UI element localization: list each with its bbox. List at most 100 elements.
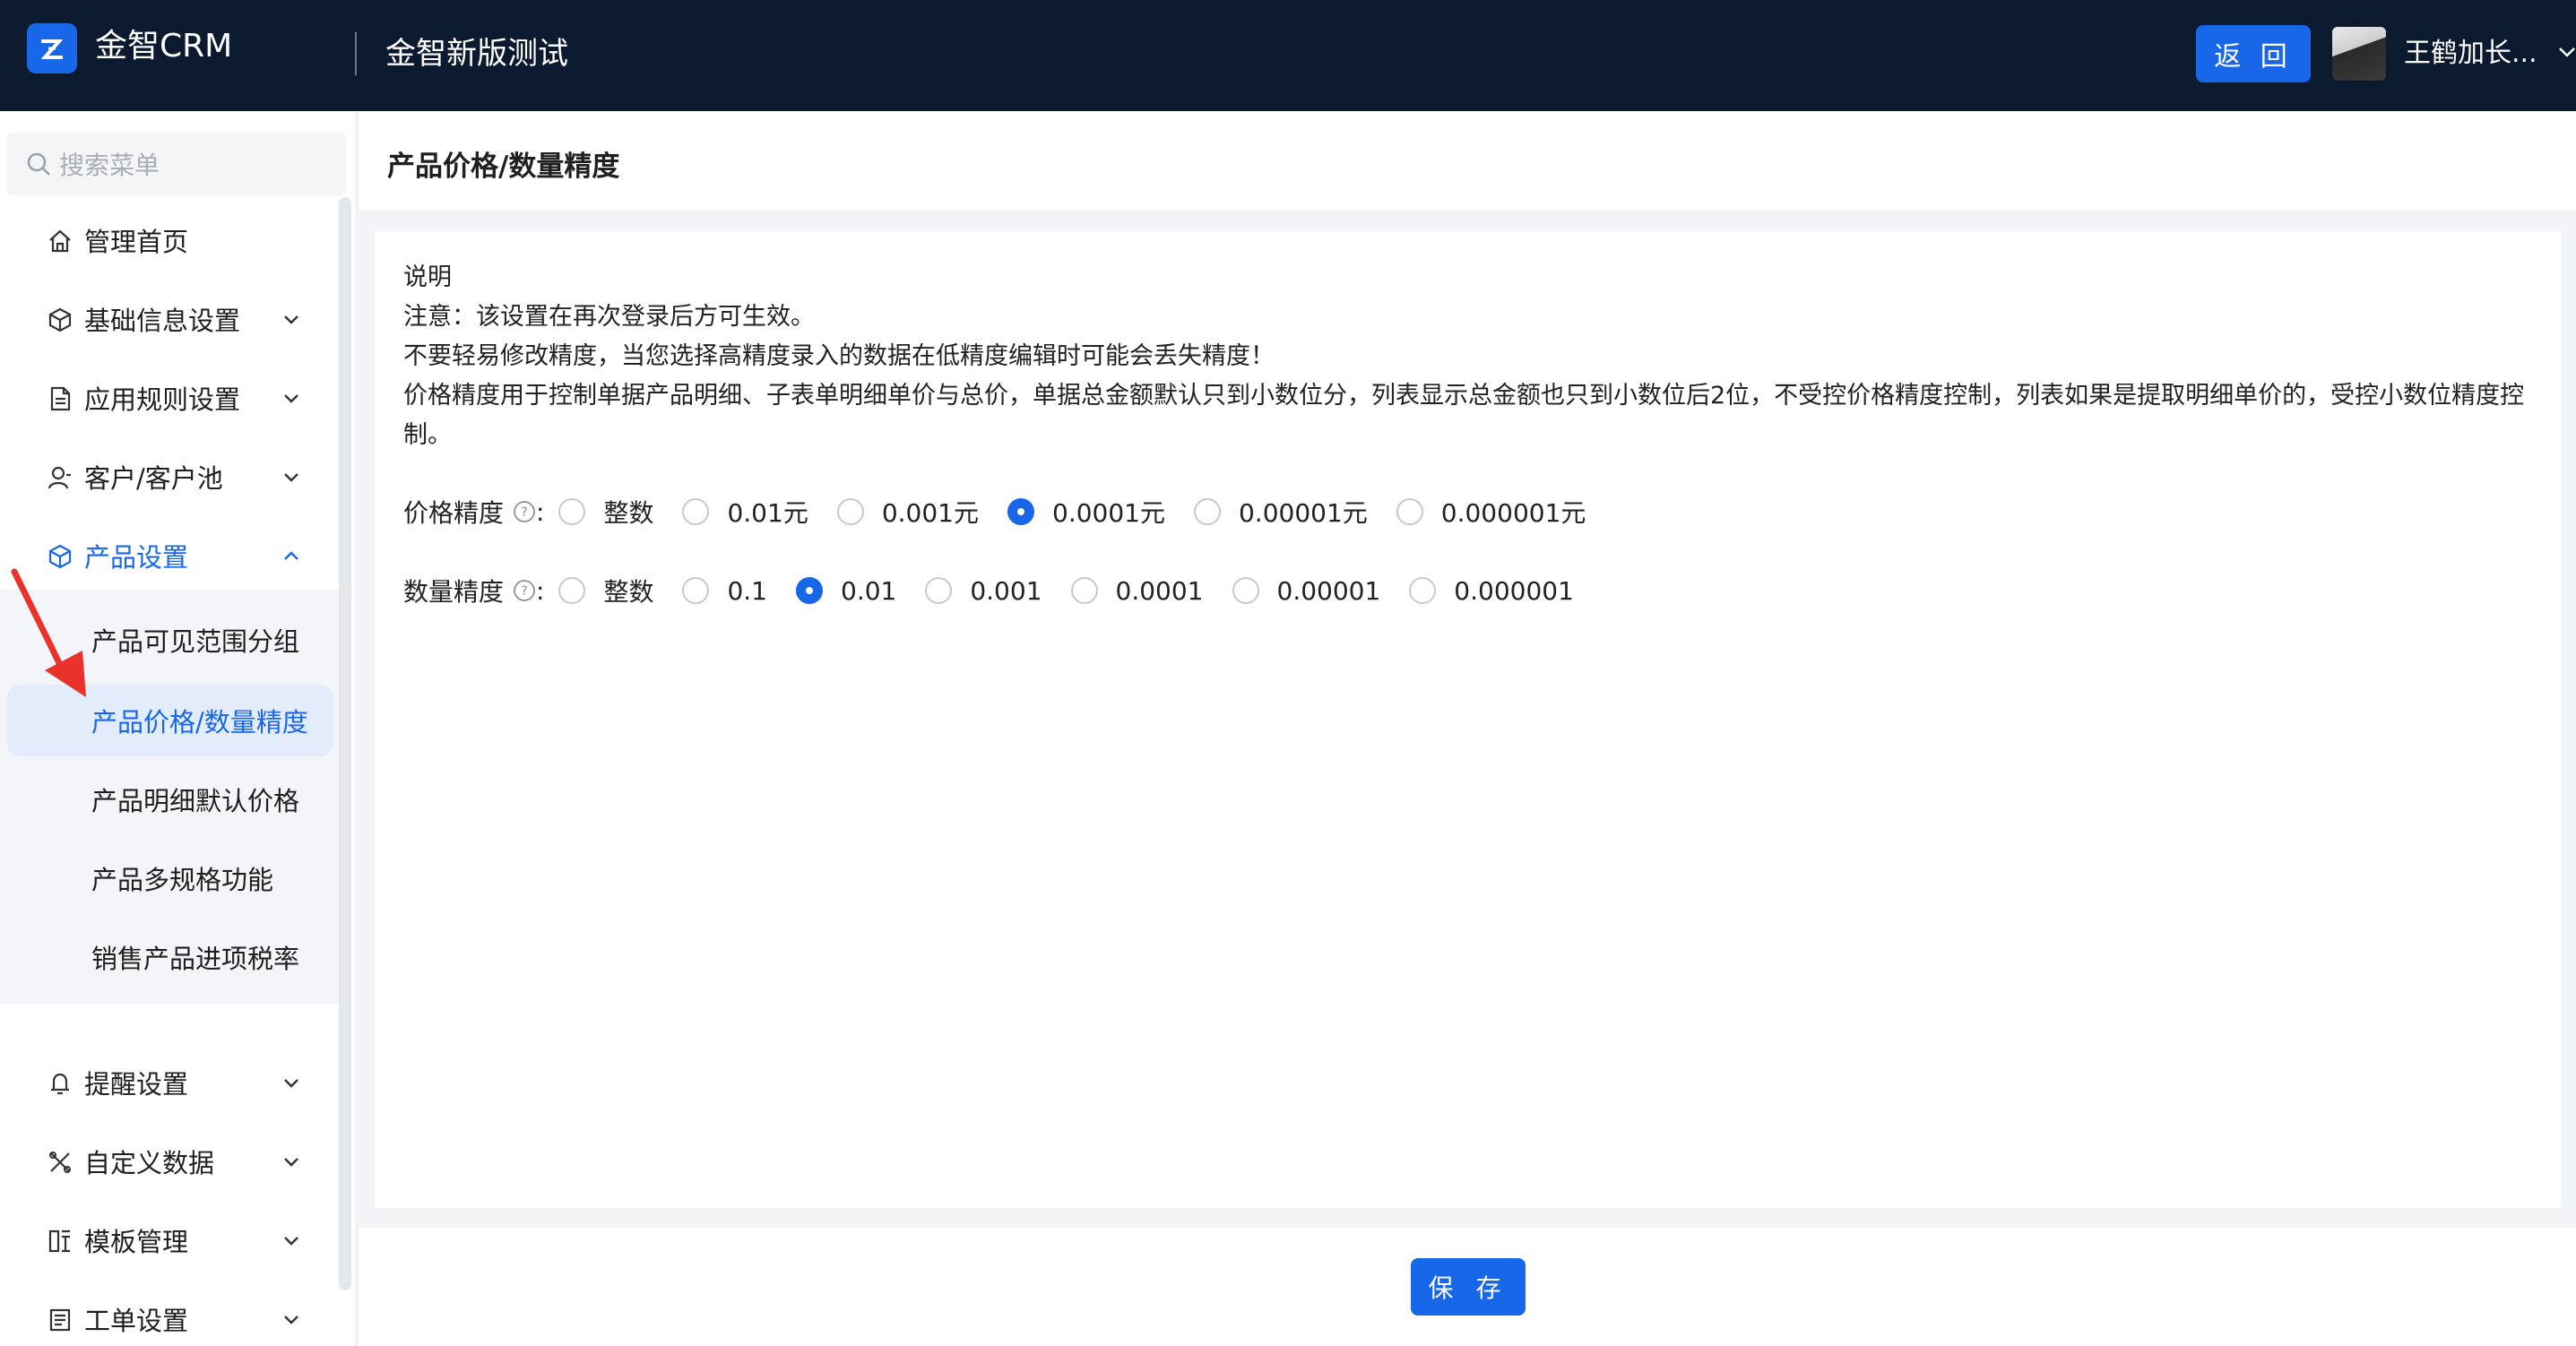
sidebar-item-reminders[interactable]: 提醒设置 bbox=[0, 1043, 332, 1122]
radio[interactable] bbox=[1409, 577, 1437, 604]
option-label: 0.01元 bbox=[727, 498, 808, 528]
price-precision-label: 价格精度 ? : bbox=[403, 494, 551, 530]
radio-selected[interactable] bbox=[1007, 498, 1034, 525]
sidebar-item-label: 应用规则设置 bbox=[84, 384, 241, 415]
quantity-option-0.00001[interactable]: 0.00001 bbox=[1232, 576, 1410, 606]
sidebar-item-label: 提醒设置 bbox=[84, 1069, 189, 1100]
help-icon[interactable]: ? bbox=[513, 500, 536, 523]
option-label: 0.001 bbox=[970, 575, 1042, 606]
chevron-down-icon bbox=[284, 1316, 298, 1324]
annotation-arrow-icon bbox=[11, 568, 86, 697]
footer-bar: 保 存 bbox=[359, 1228, 2576, 1346]
quantity-option-0.1[interactable]: 0.1 bbox=[682, 576, 796, 606]
menu-search-placeholder: 搜索菜单 bbox=[59, 151, 160, 180]
description-line: 注意：该设置在再次登录后方可生效。 bbox=[403, 303, 815, 331]
submenu-item-multi-spec[interactable]: 产品多规格功能 bbox=[7, 842, 333, 914]
option-label: 整数 bbox=[603, 577, 654, 607]
radio[interactable] bbox=[1232, 577, 1259, 604]
radio[interactable] bbox=[682, 498, 710, 525]
option-label: 整数 bbox=[603, 498, 654, 528]
sidebar-item-custom-data[interactable]: 自定义数据 bbox=[0, 1122, 332, 1201]
sidebar: 搜索菜单 管理首页 基础信息设置 应用规则设置 客户/客户池 产品设置 产品可见… bbox=[0, 111, 355, 1346]
price-option-0.0001[interactable]: 0.0001元 bbox=[1007, 494, 1194, 530]
radio[interactable] bbox=[925, 577, 953, 604]
price-option-0.01[interactable]: 0.01元 bbox=[682, 494, 836, 530]
page-title: 产品价格/数量精度 bbox=[387, 151, 620, 183]
radio[interactable] bbox=[558, 577, 586, 604]
svg-text:?: ? bbox=[521, 584, 527, 599]
document-icon bbox=[50, 386, 71, 411]
sidebar-item-label: 自定义数据 bbox=[84, 1148, 215, 1178]
svg-text:?: ? bbox=[521, 505, 527, 520]
save-button[interactable]: 保 存 bbox=[1411, 1258, 1526, 1316]
quantity-option-0.0001[interactable]: 0.0001 bbox=[1070, 575, 1232, 606]
quantity-option-0.001[interactable]: 0.001 bbox=[925, 576, 1070, 606]
radio-selected[interactable] bbox=[796, 577, 823, 604]
bell-icon bbox=[51, 1073, 69, 1095]
top-bar: 金智CRM 金智新版测试 返 回 王鹤加长... bbox=[0, 0, 2576, 111]
description-line: 说明 bbox=[403, 263, 452, 291]
sidebar-item-tickets[interactable]: 工单设置 bbox=[0, 1280, 332, 1346]
chevron-down-icon bbox=[284, 473, 298, 482]
search-icon bbox=[27, 152, 50, 176]
radio[interactable] bbox=[836, 498, 864, 525]
sidebar-item-basic-info[interactable]: 基础信息设置 bbox=[0, 280, 332, 358]
chevron-down-icon bbox=[284, 1237, 298, 1246]
option-label: 0.01 bbox=[841, 575, 897, 606]
chevron-down-icon bbox=[284, 315, 298, 324]
back-button[interactable]: 返 回 bbox=[2196, 25, 2311, 82]
price-option-integer[interactable]: 整数 bbox=[558, 494, 682, 530]
brand-name: 金智CRM bbox=[95, 28, 233, 65]
sidebar-item-customers[interactable]: 客户/客户池 bbox=[0, 437, 332, 516]
org-name: 金智新版测试 bbox=[385, 36, 568, 72]
settings-card: 说明 注意：该设置在再次登录后方可生效。 不要轻易修改精度，当您选择高精度录入的… bbox=[375, 231, 2562, 1208]
username[interactable]: 王鹤加长... bbox=[2404, 34, 2537, 73]
option-label: 0.00001元 bbox=[1238, 498, 1368, 528]
chevron-up-icon bbox=[284, 551, 298, 560]
option-label: 0.0001 bbox=[1115, 575, 1204, 606]
sidebar-item-home[interactable]: 管理首页 bbox=[0, 201, 332, 280]
chevron-down-icon bbox=[284, 394, 298, 403]
sidebar-item-label: 基础信息设置 bbox=[84, 306, 241, 336]
menu-search-input[interactable]: 搜索菜单 bbox=[7, 133, 346, 195]
sidebar-item-app-rules[interactable]: 应用规则设置 bbox=[0, 358, 332, 437]
chevron-down-icon[interactable] bbox=[2554, 39, 2576, 65]
radio[interactable] bbox=[1396, 498, 1423, 525]
price-precision-row: 价格精度 ? : 整数 0.01元 0.001元 0.0001元 0.00001… bbox=[403, 489, 1614, 534]
sidebar-item-templates[interactable]: 模板管理 bbox=[0, 1201, 332, 1280]
price-option-0.000001[interactable]: 0.000001元 bbox=[1396, 494, 1615, 530]
submenu-item-input-tax[interactable]: 销售产品进项税率 bbox=[7, 921, 333, 993]
submenu-item-default-price[interactable]: 产品明细默认价格 bbox=[7, 764, 333, 835]
page-header: 产品价格/数量精度 bbox=[359, 111, 2576, 210]
app-logo-icon bbox=[27, 23, 77, 73]
radio[interactable] bbox=[682, 577, 710, 604]
price-precision-label-text: 价格精度 bbox=[403, 498, 505, 528]
header-divider bbox=[355, 32, 357, 75]
avatar[interactable] bbox=[2332, 27, 2386, 81]
radio[interactable] bbox=[558, 498, 586, 525]
option-label: 0.00001 bbox=[1276, 575, 1381, 606]
quantity-precision-row: 数量精度 ? : 整数 0.1 0.01 0.001 0.0001 0.0000… bbox=[403, 568, 1603, 613]
price-option-0.00001[interactable]: 0.00001元 bbox=[1193, 494, 1396, 530]
quantity-option-integer[interactable]: 整数 bbox=[558, 573, 682, 608]
radio[interactable] bbox=[1193, 498, 1221, 525]
radio[interactable] bbox=[1070, 577, 1098, 604]
description: 说明 注意：该设置在再次登录后方可生效。 不要轻易修改精度，当您选择高精度录入的… bbox=[403, 258, 2546, 455]
sidebar-item-label: 客户/客户池 bbox=[84, 463, 223, 494]
template-icon bbox=[48, 1230, 70, 1253]
chevron-down-icon bbox=[284, 1079, 298, 1088]
sidebar-item-label: 管理首页 bbox=[84, 227, 189, 257]
description-line: 不要轻易修改精度，当您选择高精度录入的数据在低精度编辑时可能会丢失精度！ bbox=[403, 342, 1275, 370]
sidebar-item-label: 工单设置 bbox=[84, 1306, 189, 1336]
help-icon[interactable]: ? bbox=[513, 579, 536, 602]
quantity-precision-label-text: 数量精度 bbox=[403, 577, 505, 607]
home-icon bbox=[49, 229, 71, 253]
option-label: 0.1 bbox=[727, 575, 767, 606]
price-option-0.001[interactable]: 0.001元 bbox=[836, 494, 1007, 530]
chevron-down-icon bbox=[284, 1158, 298, 1167]
tools-icon bbox=[49, 1152, 71, 1173]
quantity-option-0.01[interactable]: 0.01 bbox=[796, 576, 925, 606]
option-label: 0.001元 bbox=[881, 498, 979, 528]
sidebar-scrollbar[interactable] bbox=[339, 197, 351, 1290]
quantity-option-0.000001[interactable]: 0.000001 bbox=[1409, 576, 1603, 606]
